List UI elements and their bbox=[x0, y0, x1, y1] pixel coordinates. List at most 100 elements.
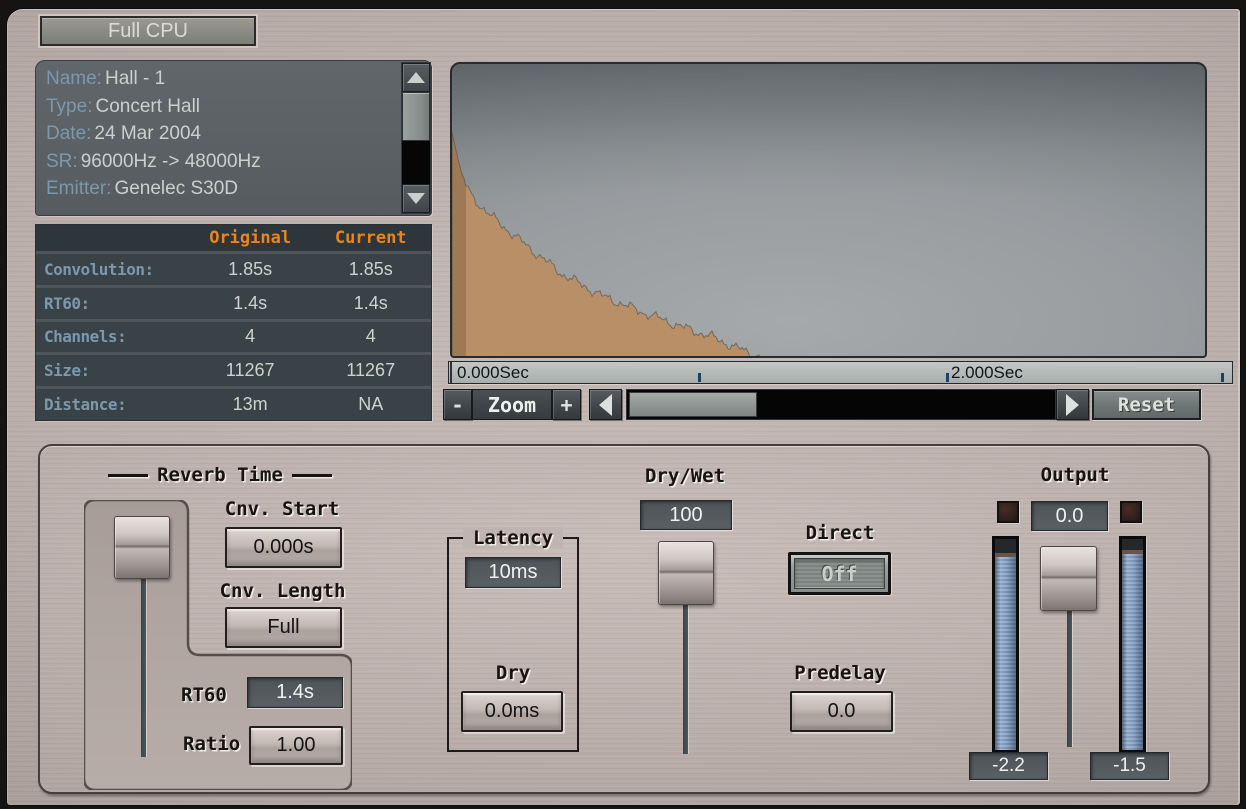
scroll-down-button[interactable] bbox=[402, 184, 430, 213]
ruler-end-label: 2.000Sec bbox=[951, 363, 1023, 383]
cnv-start-label: Cnv. Start bbox=[212, 498, 352, 520]
reverb-time-title-text: Reverb Time bbox=[157, 464, 283, 486]
output-meter-readout-left: -2.2 bbox=[969, 752, 1048, 780]
ir-envelope bbox=[452, 132, 759, 358]
waveform-scrollbar-thumb[interactable] bbox=[629, 392, 757, 417]
table-row-label: Convolution: bbox=[36, 260, 190, 279]
rt60-value[interactable]: 1.4s bbox=[247, 677, 343, 708]
preset-info-line: SR:96000Hz -> 48000Hz bbox=[46, 151, 431, 179]
ruler-tick bbox=[946, 373, 949, 382]
preset-info-field-value: Concert Hall bbox=[95, 96, 200, 117]
table-cell-original: 4 bbox=[190, 326, 311, 347]
table-row: Channels:44 bbox=[36, 322, 431, 353]
dry-value[interactable]: 0.0ms bbox=[461, 691, 563, 732]
output-meter-readout-right: -1.5 bbox=[1090, 752, 1169, 780]
arrow-right-icon bbox=[1066, 394, 1079, 416]
arrow-left-icon bbox=[599, 394, 612, 416]
zoom-label: Zoom bbox=[472, 389, 552, 420]
reset-button[interactable]: Reset bbox=[1092, 389, 1201, 420]
ratio-value[interactable]: 1.00 bbox=[249, 726, 343, 765]
predelay-label: Predelay bbox=[790, 662, 890, 684]
table-cell-current: 1.85s bbox=[310, 259, 431, 280]
cnv-length-label: Cnv. Length bbox=[205, 580, 360, 602]
table-row-label: RT60: bbox=[36, 294, 190, 313]
table-row-label: Size: bbox=[36, 361, 190, 380]
ruler-tick bbox=[1221, 373, 1224, 382]
preset-scrollbar-track[interactable] bbox=[402, 141, 430, 184]
table-cell-current: 1.4s bbox=[310, 293, 431, 314]
cpu-mode-button[interactable]: Full CPU bbox=[40, 16, 256, 46]
reverb-time-title: Reverb Time bbox=[95, 464, 345, 486]
reverb-time-slider-thumb[interactable] bbox=[114, 516, 170, 579]
properties-table: OriginalCurrentConvolution:1.85s1.85sRT6… bbox=[35, 224, 432, 421]
meter-peak-cap bbox=[1122, 550, 1143, 554]
preset-info-field-value: 96000Hz -> 48000Hz bbox=[81, 151, 261, 172]
preset-info-line: Type:Concert Hall bbox=[46, 96, 431, 124]
preset-info-field-label: Type: bbox=[46, 96, 92, 117]
scroll-left-button[interactable] bbox=[589, 389, 622, 420]
zoom-out-button[interactable]: - bbox=[443, 389, 472, 420]
zoom-in-button[interactable]: + bbox=[552, 389, 581, 420]
output-meter-left bbox=[992, 536, 1019, 753]
title-dash bbox=[292, 474, 332, 477]
latency-value[interactable]: 10ms bbox=[465, 557, 561, 588]
title-dash bbox=[108, 474, 148, 477]
preset-scrollbar[interactable] bbox=[401, 62, 431, 214]
table-cell-current: 4 bbox=[310, 326, 431, 347]
arrow-down-icon bbox=[407, 193, 425, 204]
output-label: Output bbox=[1030, 464, 1120, 486]
table-column-header: Current bbox=[310, 228, 431, 248]
output-gain-value[interactable]: 0.0 bbox=[1031, 501, 1108, 531]
preset-info-line: Name:Hall - 1 bbox=[46, 68, 431, 96]
table-row: Size:1126711267 bbox=[36, 355, 431, 386]
dry-wet-value[interactable]: 100 bbox=[640, 500, 732, 530]
dry-label: Dry bbox=[447, 662, 579, 684]
meter-peak-cap bbox=[995, 553, 1016, 557]
preset-info-line: Emitter:Genelec S30D bbox=[46, 178, 431, 206]
preset-info-field-label: SR: bbox=[46, 151, 78, 172]
preset-info-field-label: Name: bbox=[46, 68, 102, 89]
table-row: RT60:1.4s1.4s bbox=[36, 288, 431, 319]
ruler-tick bbox=[698, 373, 701, 382]
direct-toggle-button[interactable]: Off bbox=[788, 552, 891, 595]
clip-led-left[interactable] bbox=[997, 501, 1019, 523]
direct-label: Direct bbox=[795, 522, 885, 544]
direct-toggle-value: Off bbox=[794, 558, 885, 589]
table-row-label: Channels: bbox=[36, 327, 190, 346]
dry-wet-label: Dry/Wet bbox=[630, 465, 740, 487]
arrow-up-icon bbox=[407, 72, 425, 83]
cnv-length-value[interactable]: Full bbox=[225, 607, 342, 648]
preset-info-field-value: Genelec S30D bbox=[114, 178, 238, 199]
preset-info-fields: Name:Hall - 1Type:Concert HallDate:24 Ma… bbox=[46, 68, 431, 206]
table-row-label: Distance: bbox=[36, 395, 190, 414]
table-cell-original: 13m bbox=[190, 394, 311, 415]
output-meter-right bbox=[1119, 536, 1146, 753]
preset-info-field-value: Hall - 1 bbox=[105, 68, 165, 89]
ratio-label: Ratio bbox=[183, 733, 240, 755]
rt60-label: RT60 bbox=[181, 684, 227, 706]
preset-info-line: Date:24 Mar 2004 bbox=[46, 123, 431, 151]
table-column-header: Original bbox=[190, 228, 311, 248]
table-row: Convolution:1.85s1.85s bbox=[36, 254, 431, 285]
preset-scrollbar-thumb[interactable] bbox=[402, 92, 430, 141]
dry-wet-slider-thumb[interactable] bbox=[658, 541, 714, 605]
table-cell-original: 1.85s bbox=[190, 259, 311, 280]
scroll-up-button[interactable] bbox=[402, 63, 430, 92]
ir-envelope-left-strip bbox=[452, 132, 466, 358]
cnv-start-value[interactable]: 0.000s bbox=[225, 527, 342, 568]
scroll-right-button[interactable] bbox=[1056, 389, 1089, 420]
latency-title: Latency bbox=[463, 527, 563, 549]
predelay-value[interactable]: 0.0 bbox=[790, 691, 893, 732]
table-cell-original: 1.4s bbox=[190, 293, 311, 314]
clip-led-right[interactable] bbox=[1120, 501, 1142, 523]
ir-waveform-display[interactable] bbox=[450, 62, 1207, 358]
preset-info-field-label: Date: bbox=[46, 123, 91, 144]
ruler-tick-zero bbox=[450, 362, 452, 383]
meter-fill-right bbox=[1122, 550, 1143, 750]
ir-waveform-svg bbox=[452, 64, 1207, 358]
waveform-scrollbar[interactable] bbox=[626, 389, 1056, 420]
table-cell-original: 11267 bbox=[190, 360, 311, 381]
table-cell-current: NA bbox=[310, 394, 431, 415]
preset-info-field-label: Emitter: bbox=[46, 178, 111, 199]
output-slider-thumb[interactable] bbox=[1040, 546, 1097, 611]
